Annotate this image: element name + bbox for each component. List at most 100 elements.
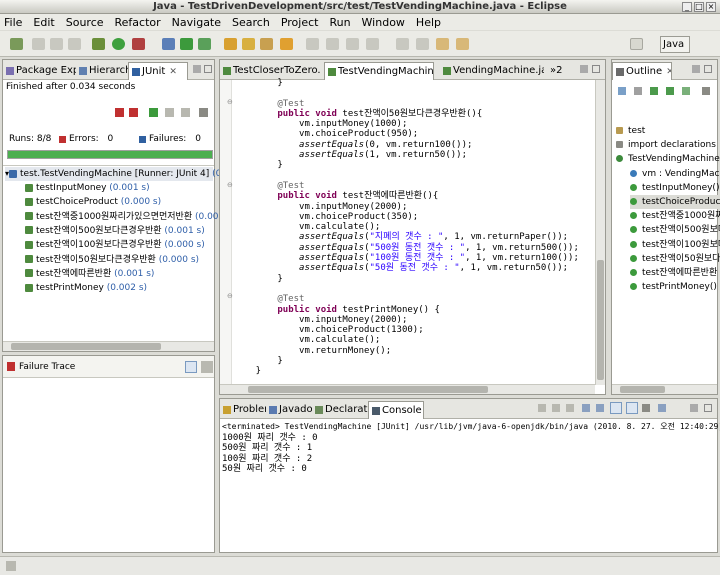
outline-item[interactable]: test <box>616 124 645 138</box>
toggle-ws-icon[interactable] <box>326 38 339 50</box>
forward-icon[interactable] <box>456 38 469 50</box>
menu-window[interactable]: Window <box>362 16 405 29</box>
editor-hscroll[interactable] <box>220 384 595 394</box>
menu-help[interactable]: Help <box>416 16 441 29</box>
outline-item[interactable]: testInputMoney() <box>630 181 719 195</box>
outline-item[interactable]: TestVendingMachine <box>616 152 720 166</box>
filter-icon[interactable] <box>185 361 197 373</box>
hide-static-icon[interactable] <box>650 87 658 95</box>
remove-launch-icon[interactable] <box>552 404 560 412</box>
scroll-lock-icon[interactable] <box>596 404 604 412</box>
menu-source[interactable]: Source <box>66 16 104 29</box>
minimize-icon[interactable] <box>692 65 700 73</box>
hide-nonpublic-icon[interactable] <box>666 87 674 95</box>
view-menu-icon[interactable] <box>199 108 208 117</box>
menu-search[interactable]: Search <box>232 16 270 29</box>
history-icon[interactable] <box>165 108 174 117</box>
minimize-icon[interactable] <box>580 65 588 73</box>
outline-item[interactable]: vm : VendingMachin <box>630 167 720 181</box>
display-console-icon[interactable] <box>642 404 650 412</box>
menu-project[interactable]: Project <box>281 16 319 29</box>
view-menu-icon[interactable] <box>702 87 710 95</box>
junit-hscroll[interactable] <box>3 341 214 351</box>
open-perspective-icon[interactable] <box>630 38 643 50</box>
outline-item[interactable]: test잔액중1000원짜 <box>630 209 720 223</box>
maximize-button[interactable]: □ <box>694 2 704 12</box>
open-type-icon[interactable] <box>224 38 237 50</box>
outline-item[interactable]: test잔액이500원보다 <box>630 223 720 237</box>
toggle-block-icon[interactable] <box>346 38 359 50</box>
tab-junit[interactable]: JUnit ✕ <box>128 62 188 80</box>
minimize-icon[interactable] <box>193 65 201 73</box>
debug-icon[interactable] <box>92 38 105 50</box>
next-annotation-icon[interactable] <box>396 38 409 50</box>
new-icon[interactable] <box>10 38 23 50</box>
minimize-icon[interactable] <box>690 404 698 412</box>
test-item[interactable]: test잔액이500원보다큰경우반환 (0.001 s) <box>25 224 205 238</box>
new-java-project-icon[interactable] <box>162 38 175 50</box>
outline-item[interactable]: testChoiceProduct <box>630 195 720 209</box>
code-area[interactable]: } @Test public void test잔액이50원보다큰경우반환(){… <box>234 78 589 380</box>
outline-item[interactable]: import declarations <box>616 138 716 152</box>
maximize-icon[interactable] <box>704 65 712 73</box>
maximize-icon[interactable] <box>592 65 600 73</box>
close-button[interactable]: × <box>706 2 716 12</box>
run-icon[interactable] <box>112 38 125 50</box>
test-item[interactable]: test잔액에따른반환 (0.001 s) <box>25 267 154 281</box>
stop-icon[interactable] <box>181 108 190 117</box>
tab-package-explorer[interactable]: Package Explor <box>3 62 76 80</box>
compare-icon[interactable] <box>201 361 213 373</box>
outline-item[interactable]: test잔액이100원보다 <box>630 238 720 252</box>
menu-edit[interactable]: Edit <box>33 16 54 29</box>
console-output[interactable]: 1000원 짜리 갯수 : 0 500원 짜리 갯수 : 1 100원 짜리 갯수 … <box>222 433 318 474</box>
open-console-icon[interactable] <box>658 404 666 412</box>
fold-icon[interactable]: ⊖ <box>227 181 233 189</box>
tab-javadoc[interactable]: Javadoc <box>266 401 312 419</box>
open-resource-icon[interactable] <box>280 38 293 50</box>
sort-icon[interactable] <box>618 87 626 95</box>
tab-declaration[interactable]: Declaration <box>312 401 368 419</box>
tab-problems[interactable]: Problems <box>220 401 266 419</box>
fast-view-icon[interactable] <box>6 561 16 571</box>
outline-item[interactable]: testPrintMoney() <box>630 280 717 294</box>
test-item[interactable]: testChoiceProduct (0.000 s) <box>25 195 161 209</box>
maximize-icon[interactable] <box>704 404 712 412</box>
next-failure-icon[interactable] <box>115 108 124 117</box>
terminate-icon[interactable] <box>538 404 546 412</box>
remove-all-icon[interactable] <box>566 404 574 412</box>
minimize-button[interactable]: _ <box>682 2 692 12</box>
editor-vscroll[interactable] <box>595 80 605 385</box>
outline-hscroll[interactable] <box>612 384 717 394</box>
show-console-icon[interactable] <box>626 402 638 414</box>
tab-hierarchy[interactable]: Hierarchy <box>76 62 128 80</box>
search-icon[interactable] <box>260 38 273 50</box>
test-item[interactable]: testPrintMoney (0.002 s) <box>25 281 147 295</box>
save-all-icon[interactable] <box>50 38 63 50</box>
test-item[interactable]: test잔액이50원보다큰경우반환 (0.000 s) <box>25 253 199 267</box>
maximize-icon[interactable] <box>204 65 212 73</box>
hide-fields-icon[interactable] <box>634 87 642 95</box>
toggle-mark-icon[interactable] <box>306 38 319 50</box>
tab-console[interactable]: Console✕ <box>368 401 424 419</box>
print-icon[interactable] <box>68 38 81 50</box>
menu-refactor[interactable]: Refactor <box>115 16 161 29</box>
tree-root[interactable]: ▾ test.TestVendingMachine [Runner: JUnit … <box>5 167 249 181</box>
open-task-icon[interactable] <box>242 38 255 50</box>
new-class-icon[interactable] <box>198 38 211 50</box>
hide-local-types-icon[interactable] <box>682 87 690 95</box>
prev-failure-icon[interactable] <box>129 108 138 117</box>
outline-item[interactable]: test잔액이50원보다 <box>630 252 720 266</box>
prev-annotation-icon[interactable] <box>416 38 429 50</box>
tab-outline[interactable]: Outline✕ <box>612 62 672 80</box>
new-package-icon[interactable] <box>180 38 193 50</box>
test-item[interactable]: test잔액이100원보다큰경우반환 (0.000 s) <box>25 238 205 252</box>
menu-file[interactable]: File <box>4 16 22 29</box>
test-item[interactable]: test잔액중1000원짜리가있으면먼저반환 (0.000 s) <box>25 210 235 224</box>
back-icon[interactable] <box>436 38 449 50</box>
annotation-icon[interactable] <box>366 38 379 50</box>
fold-icon[interactable]: ⊖ <box>227 98 233 106</box>
external-tools-icon[interactable] <box>132 38 145 50</box>
java-perspective-button[interactable]: Java <box>660 36 690 53</box>
fold-icon[interactable]: ⊖ <box>227 292 233 300</box>
clear-console-icon[interactable] <box>582 404 590 412</box>
